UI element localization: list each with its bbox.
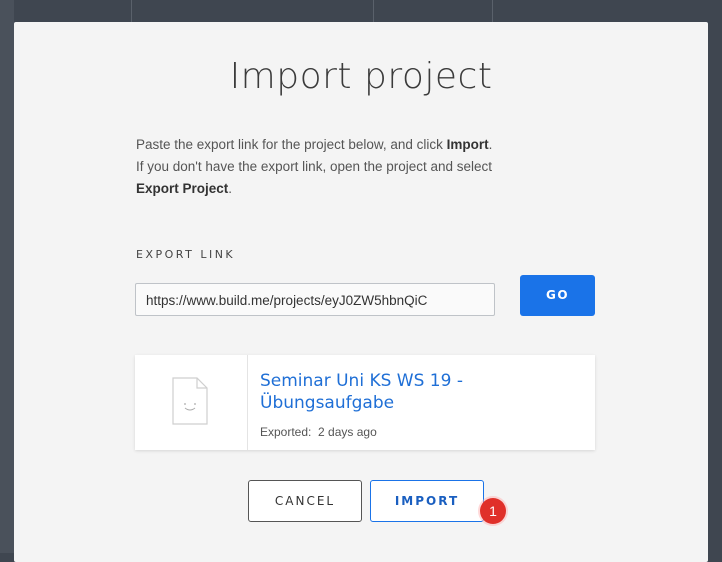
- step-annotation-badge: 1: [480, 498, 506, 524]
- backdrop-divider: [131, 0, 132, 22]
- description-import-keyword: Import: [446, 137, 489, 152]
- description-punctuation: .: [228, 181, 233, 196]
- go-button[interactable]: GO: [520, 275, 595, 316]
- export-link-label: EXPORT LINK: [136, 248, 236, 261]
- cancel-button[interactable]: CANCEL: [248, 480, 362, 522]
- import-button[interactable]: IMPORT: [370, 480, 484, 522]
- description-line-1: Paste the export link for the project be…: [136, 134, 576, 156]
- dialog-description: Paste the export link for the project be…: [136, 134, 576, 200]
- document-icon: [172, 377, 208, 425]
- exported-label: Exported:: [260, 425, 312, 439]
- description-punctuation: .: [488, 137, 493, 152]
- project-thumbnail: [135, 355, 248, 450]
- description-text: Paste the export link for the project be…: [136, 137, 447, 152]
- backdrop-divider: [373, 0, 374, 22]
- backdrop-divider: [492, 0, 493, 22]
- description-export-keyword: Export Project: [136, 181, 229, 196]
- description-line-3: Export Project.: [136, 178, 576, 200]
- project-exported-info: Exported: 2 days ago: [260, 425, 377, 439]
- exported-value: 2 days ago: [318, 425, 377, 439]
- dialog-title: Import project: [229, 56, 493, 97]
- project-card[interactable]: Seminar Uni KS WS 19 - Übungsaufgabe Exp…: [135, 355, 595, 450]
- backdrop-edge: [0, 0, 14, 553]
- import-project-dialog: Import project Paste the export link for…: [14, 22, 708, 562]
- project-title[interactable]: Seminar Uni KS WS 19 - Übungsaufgabe: [260, 370, 580, 414]
- export-link-input[interactable]: https://www.build.me/projects/eyJ0ZW5hbn…: [135, 283, 495, 316]
- description-line-2: If you don't have the export link, open …: [136, 159, 493, 174]
